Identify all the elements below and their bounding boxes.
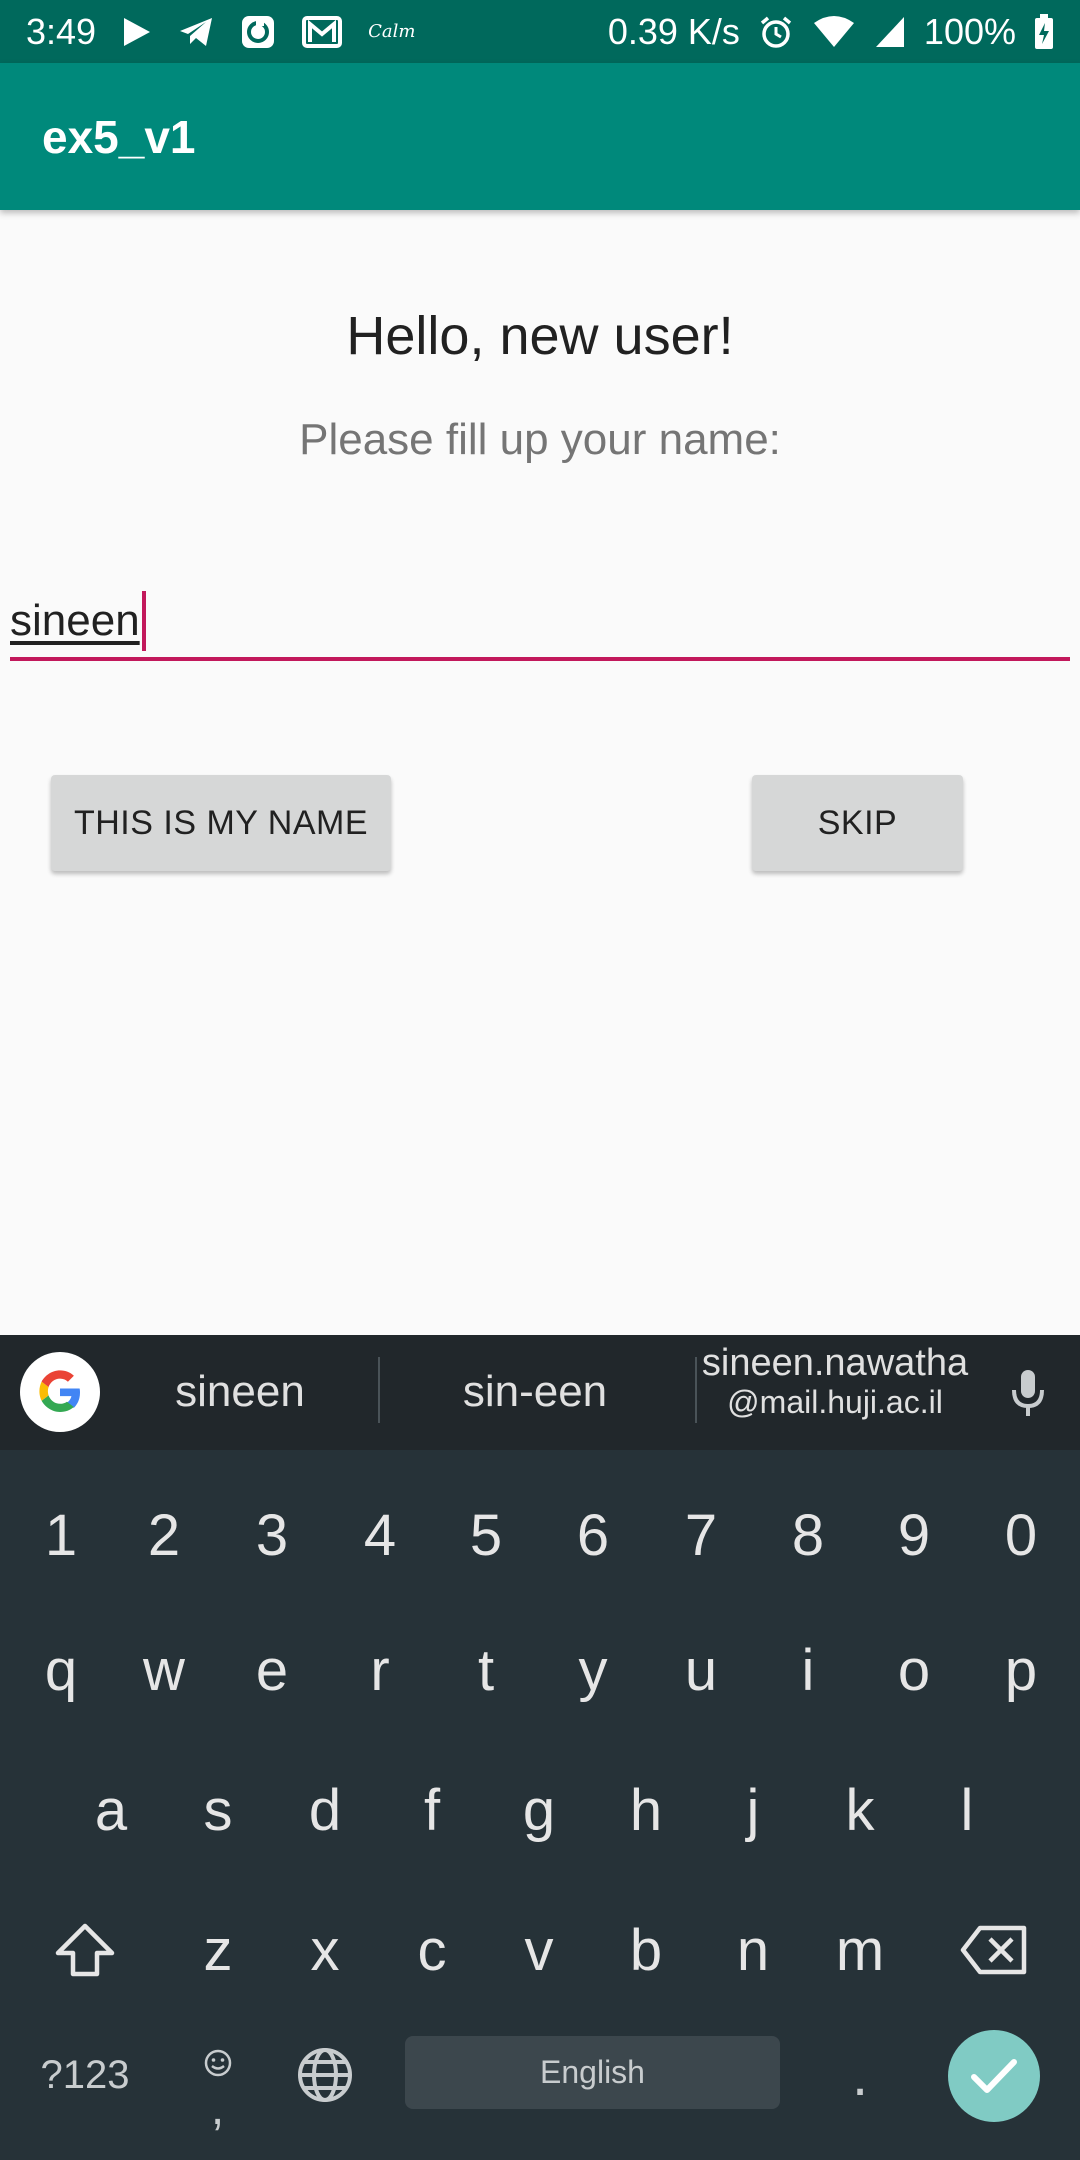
suggestion-divider: [378, 1357, 380, 1423]
key-h[interactable]: h: [605, 1760, 687, 1860]
comma-key[interactable]: ,: [180, 2030, 255, 2132]
play-store-icon: [122, 16, 152, 48]
period-key[interactable]: .: [820, 2030, 900, 2120]
alarm-icon: [758, 14, 794, 50]
skip-button[interactable]: SKIP: [752, 775, 963, 871]
key-x[interactable]: x: [284, 1900, 366, 2000]
key-j[interactable]: j: [712, 1760, 794, 1860]
key-m[interactable]: m: [819, 1900, 901, 2000]
battery-charging-icon: [1034, 13, 1054, 50]
suggestion-email[interactable]: sineen.nawatha @mail.huji.ac.il: [700, 1342, 970, 1420]
sync-icon: [240, 14, 276, 50]
symbols-key[interactable]: ?123: [20, 2030, 150, 2120]
key-k[interactable]: k: [819, 1760, 901, 1860]
key-1[interactable]: 1: [20, 1490, 102, 1580]
confirm-name-button[interactable]: THIS IS MY NAME: [51, 775, 391, 871]
enter-check-icon[interactable]: [948, 2030, 1040, 2122]
space-bar[interactable]: English: [405, 2036, 780, 2109]
key-i[interactable]: i: [767, 1620, 849, 1720]
comma-label: ,: [210, 2081, 225, 2135]
name-input-value: sineen: [10, 596, 140, 645]
name-input[interactable]: sineen: [10, 585, 1070, 661]
key-w[interactable]: w: [123, 1620, 205, 1720]
key-a[interactable]: a: [70, 1760, 152, 1860]
telegram-icon: [178, 16, 214, 48]
battery-percent: 100%: [923, 10, 1016, 52]
key-l[interactable]: l: [926, 1760, 1008, 1860]
key-d[interactable]: d: [284, 1760, 366, 1860]
app-bar: ex5_v1: [0, 63, 1080, 210]
suggestion-strip: sineen sin-een sineen.nawatha @mail.huji…: [0, 1335, 1080, 1450]
microphone-icon[interactable]: [1000, 1365, 1056, 1421]
key-e[interactable]: e: [231, 1620, 313, 1720]
key-4[interactable]: 4: [339, 1490, 421, 1580]
suggestion-1[interactable]: sineen: [120, 1367, 360, 1417]
name-prompt-text: Please fill up your name:: [299, 415, 781, 464]
suggestion-divider: [695, 1357, 697, 1423]
key-0[interactable]: 0: [980, 1490, 1062, 1580]
key-p[interactable]: p: [980, 1620, 1062, 1720]
backspace-icon[interactable]: [950, 1900, 1040, 2000]
key-3[interactable]: 3: [231, 1490, 313, 1580]
key-8[interactable]: 8: [767, 1490, 849, 1580]
suggestion-email-line1: sineen.nawatha: [701, 1342, 969, 1384]
key-b[interactable]: b: [605, 1900, 687, 2000]
key-s[interactable]: s: [177, 1760, 259, 1860]
key-r[interactable]: r: [339, 1620, 421, 1720]
suggestion-2[interactable]: sin-een: [400, 1367, 670, 1417]
google-icon[interactable]: [20, 1352, 100, 1432]
key-n[interactable]: n: [712, 1900, 794, 2000]
key-o[interactable]: o: [873, 1620, 955, 1720]
key-g[interactable]: g: [498, 1760, 580, 1860]
soft-keyboard: sineen sin-een sineen.nawatha @mail.huji…: [0, 1335, 1080, 2160]
key-c[interactable]: c: [391, 1900, 473, 2000]
key-f[interactable]: f: [391, 1760, 473, 1860]
globe-icon[interactable]: [290, 2030, 360, 2120]
cell-signal-icon: [874, 15, 906, 49]
calm-app-icon: Calm: [368, 21, 416, 42]
key-t[interactable]: t: [445, 1620, 527, 1720]
key-z[interactable]: z: [177, 1900, 259, 2000]
text-cursor: [141, 591, 146, 651]
key-u[interactable]: u: [660, 1620, 742, 1720]
wifi-icon: [812, 15, 856, 49]
shift-icon[interactable]: [40, 1900, 130, 2000]
suggestion-email-line2: @mail.huji.ac.il: [727, 1383, 943, 1420]
greeting-heading: Hello, new user!: [346, 306, 734, 366]
key-6[interactable]: 6: [552, 1490, 634, 1580]
key-v[interactable]: v: [498, 1900, 580, 2000]
status-bar: 3:49 Calm 0.39 K/s 100%: [0, 0, 1080, 63]
gmail-icon: [302, 15, 343, 48]
app-title: ex5_v1: [42, 110, 196, 163]
network-speed: 0.39 K/s: [607, 10, 740, 52]
key-7[interactable]: 7: [660, 1490, 742, 1580]
key-y[interactable]: y: [552, 1620, 634, 1720]
key-9[interactable]: 9: [873, 1490, 955, 1580]
status-time: 3:49: [26, 10, 97, 52]
key-2[interactable]: 2: [123, 1490, 205, 1580]
key-q[interactable]: q: [20, 1620, 102, 1720]
key-5[interactable]: 5: [445, 1490, 527, 1580]
